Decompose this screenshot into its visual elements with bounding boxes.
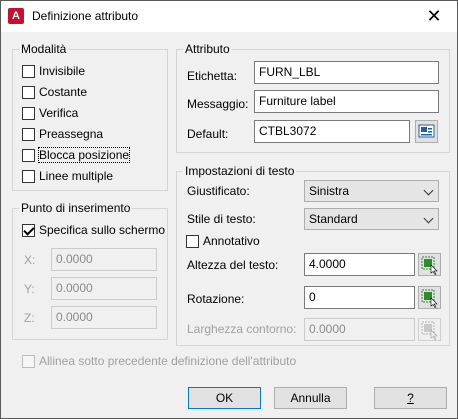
rotation-label: Rotazione: [187, 292, 245, 306]
pick-rotation-button[interactable] [418, 286, 441, 309]
specify-on-screen-checkbox[interactable] [22, 223, 35, 237]
verify-checkbox[interactable] [22, 106, 35, 120]
mode-group-title: Modalità [19, 42, 69, 56]
lock-position-checkbox[interactable] [22, 148, 35, 162]
tag-field[interactable]: FURN_LBL [254, 61, 439, 84]
x-field[interactable]: 0.0000 [51, 248, 157, 271]
align-below-row[interactable]: Allinea sotto precedente definizione del… [22, 353, 296, 369]
annotative-checkbox[interactable] [186, 234, 199, 248]
lock-position-checkbox-row[interactable]: Blocca posizione [22, 147, 131, 163]
preset-label: Preassegna [39, 127, 104, 141]
align-below-label: Allinea sotto precedente definizione del… [39, 354, 297, 368]
chevron-down-icon [423, 213, 434, 224]
boundary-width-field[interactable]: 0.0000 [304, 318, 415, 341]
justify-label: Giustificato: [187, 184, 250, 198]
multiline-label: Linee multiple [39, 169, 114, 183]
specify-on-screen-label: Specifica sullo schermo [39, 223, 166, 237]
text-height-label: Altezza del testo: [187, 258, 279, 272]
rotation-field[interactable]: 0 [304, 286, 415, 309]
text-settings-group-title: Impostazioni di testo [183, 164, 297, 178]
default-field[interactable]: CTBL3072 [254, 120, 410, 143]
dialog-window: Definizione attributo ✕ Modalità Invisib… [0, 0, 458, 419]
verify-checkbox-row[interactable]: Verifica [22, 105, 78, 121]
pick-point-icon [421, 289, 438, 308]
constant-checkbox[interactable] [22, 85, 35, 99]
preset-checkbox-row[interactable]: Preassegna [22, 126, 103, 142]
z-label: Z: [24, 311, 35, 325]
boundary-width-label: Larghezza contorno: [187, 322, 297, 336]
multiline-checkbox-row[interactable]: Linee multiple [22, 168, 113, 184]
text-height-field[interactable]: 4.0000 [304, 253, 415, 276]
invisible-checkbox[interactable] [22, 64, 35, 78]
y-field[interactable]: 0.0000 [51, 277, 157, 300]
constant-checkbox-row[interactable]: Costante [22, 84, 87, 100]
annotative-label: Annotativo [203, 234, 260, 248]
prompt-field[interactable]: Furniture label [254, 90, 439, 113]
autocad-icon [8, 8, 24, 24]
pick-height-button[interactable] [418, 253, 441, 276]
z-field[interactable]: 0.0000 [51, 306, 157, 329]
pick-point-icon [421, 321, 438, 340]
insert-field-icon [418, 124, 435, 138]
text-style-select[interactable]: Standard [304, 208, 439, 230]
insert-field-button[interactable] [415, 120, 438, 143]
lock-position-label: Blocca posizione [37, 147, 131, 163]
cancel-button[interactable]: Annulla [274, 387, 347, 409]
invisible-label: Invisibile [39, 64, 86, 78]
multiline-checkbox[interactable] [22, 169, 35, 183]
insertion-group-title: Punto di inserimento [19, 201, 133, 215]
tag-label: Etichetta: [187, 69, 238, 83]
justify-value: Sinistra [309, 184, 350, 198]
specify-on-screen-row[interactable]: Specifica sullo schermo [22, 222, 165, 238]
align-below-checkbox[interactable] [22, 354, 35, 368]
invisible-checkbox-row[interactable]: Invisibile [22, 63, 85, 79]
dialog-title: Definizione attributo [32, 9, 139, 23]
close-button[interactable]: ✕ [411, 1, 457, 32]
constant-label: Costante [39, 85, 88, 99]
chevron-down-icon [423, 185, 434, 196]
preset-checkbox[interactable] [22, 127, 35, 141]
title-bar: Definizione attributo ✕ [1, 1, 457, 32]
verify-label: Verifica [39, 106, 79, 120]
text-style-value: Standard [309, 212, 358, 226]
x-label: X: [24, 253, 36, 267]
ok-button[interactable]: OK [188, 387, 261, 409]
annotative-checkbox-row[interactable]: Annotativo [186, 233, 260, 249]
text-style-label: Stile di testo: [187, 212, 256, 226]
pick-point-icon [421, 256, 438, 275]
pick-width-button[interactable] [418, 318, 441, 341]
justify-select[interactable]: Sinistra [304, 180, 439, 202]
y-label: Y: [24, 282, 35, 296]
prompt-label: Messaggio: [187, 97, 249, 111]
help-button[interactable]: ? [374, 387, 447, 409]
default-label: Default: [187, 127, 229, 141]
attribute-group-title: Attributo [183, 42, 232, 56]
